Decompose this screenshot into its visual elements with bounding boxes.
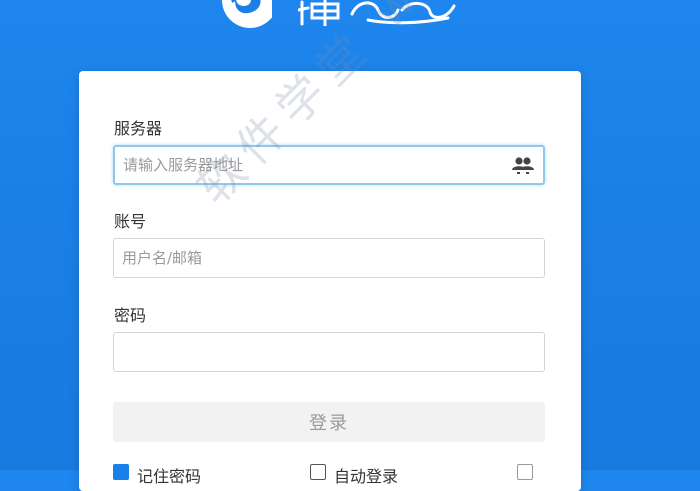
- server-field[interactable]: [113, 145, 545, 185]
- account-input[interactable]: [114, 239, 502, 277]
- users-icon[interactable]: [511, 156, 535, 176]
- app-header: [0, 0, 700, 40]
- account-label: 账号: [114, 212, 147, 231]
- password-field[interactable]: [113, 332, 545, 372]
- auto-login-checkbox[interactable]: [310, 464, 326, 480]
- account-field[interactable]: [113, 238, 545, 278]
- login-card: 服务器 账号 密码 登录 记住密码 自动登录: [79, 71, 581, 491]
- server-input[interactable]: [115, 147, 503, 183]
- server-label: 服务器: [114, 119, 163, 138]
- extra-option-checkbox[interactable]: [517, 464, 533, 480]
- login-button[interactable]: 登录: [113, 402, 545, 442]
- password-label: 密码: [114, 306, 147, 325]
- remember-password-checkbox[interactable]: [113, 464, 129, 480]
- app-logo-icon: [222, 0, 272, 28]
- auto-login-label: 自动登录: [334, 467, 399, 486]
- remember-password-label: 记住密码: [137, 467, 202, 486]
- password-input[interactable]: [114, 333, 502, 371]
- app-logo-wordmark: [298, 0, 456, 26]
